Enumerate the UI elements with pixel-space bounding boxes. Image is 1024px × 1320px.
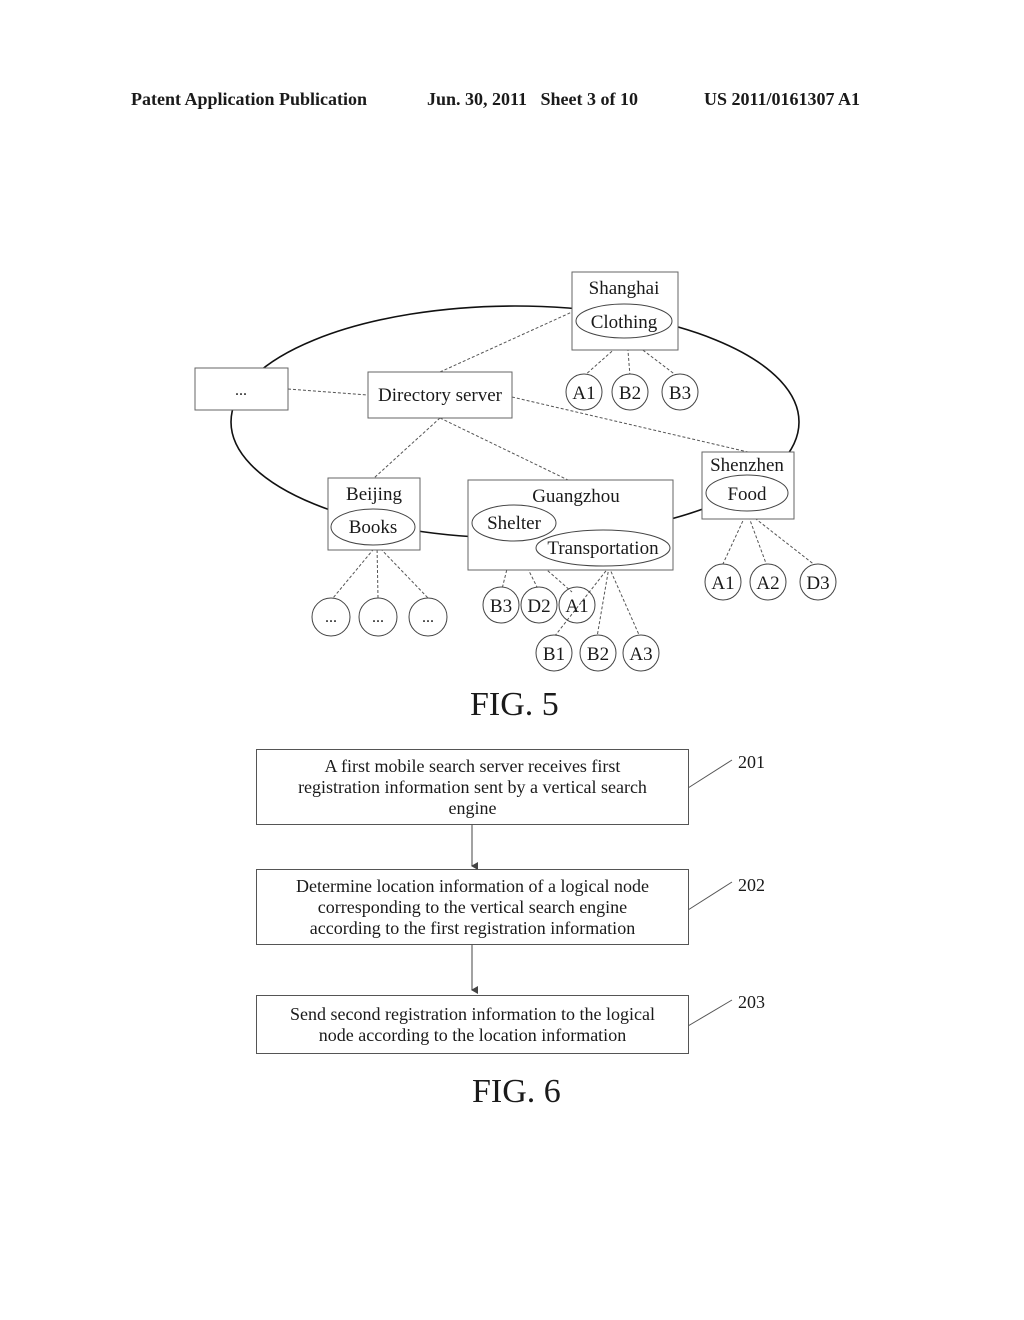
step-text-line: node according to the location informati… xyxy=(318,1024,627,1045)
ref-leader xyxy=(687,881,733,911)
step-text-line: engine xyxy=(448,797,497,818)
step-text-line: corresponding to the vertical search eng… xyxy=(317,896,628,917)
step-ref-202: 202 xyxy=(738,875,765,895)
step-203-box: Send second registration information to … xyxy=(256,995,689,1054)
ref-leader xyxy=(687,999,733,1027)
step-ref-201: 201 xyxy=(738,752,765,772)
step-text-line: Send second registration information to … xyxy=(290,1003,655,1024)
ref-leader xyxy=(687,759,733,789)
step-ref-203: 203 xyxy=(738,992,765,1012)
step-text-line: registration information sent by a verti… xyxy=(298,776,647,797)
fig6-label: FIG. 6 xyxy=(472,1073,561,1110)
step-201-box: A first mobile search server receives fi… xyxy=(256,749,689,825)
step-202-box: Determine location information of a logi… xyxy=(256,869,689,945)
step-text-line: Determine location information of a logi… xyxy=(296,875,649,896)
fig6-connectors xyxy=(471,759,733,1027)
step-text-line: A first mobile search server receives fi… xyxy=(324,755,621,776)
step-text-line: according to the first registration info… xyxy=(309,917,636,938)
